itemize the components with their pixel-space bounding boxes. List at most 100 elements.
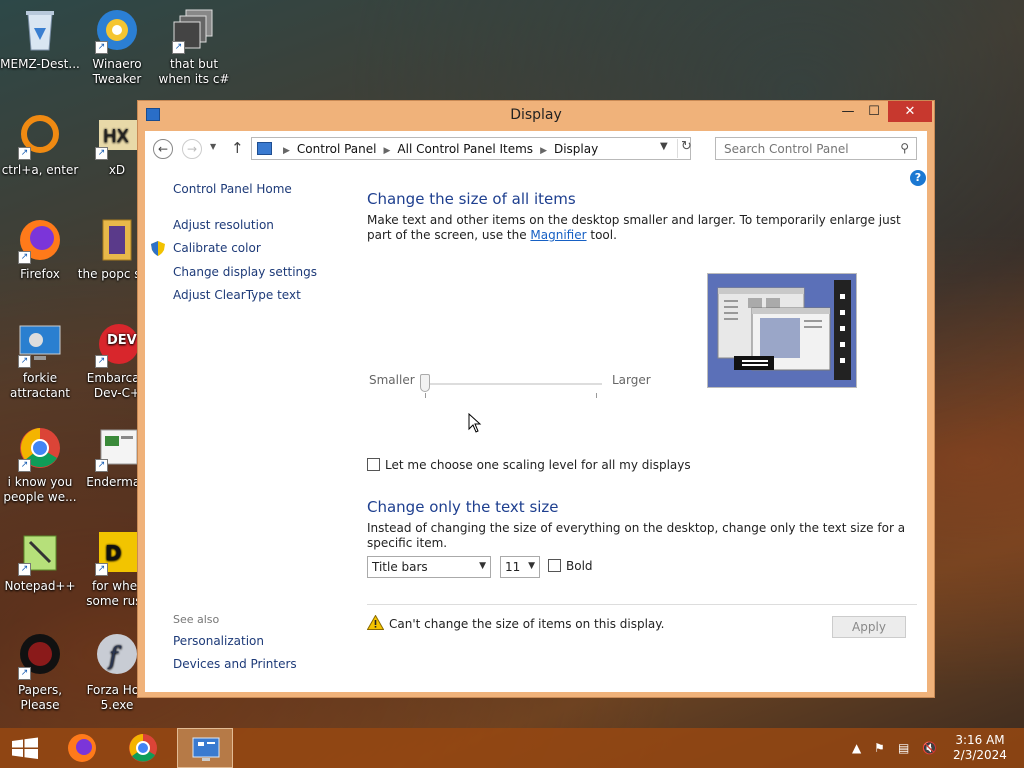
volume-muted-icon[interactable]: 🔇 (922, 741, 937, 755)
taskbar-clock[interactable]: 3:16 AM 2/3/2024 (950, 733, 1010, 763)
desktop-icon-notepadpp[interactable]: ↗ Notepad++ (0, 528, 80, 594)
desktop-icon-label: Papers, Please (17, 683, 63, 712)
item-select-value: Title bars (372, 560, 428, 574)
svg-text:DEV: DEV (107, 333, 137, 348)
font-size-select-value: 11 (505, 560, 521, 574)
forward-button[interactable]: → (182, 139, 202, 159)
size-description-text: Make text and other items on the desktop… (367, 213, 901, 242)
minimize-button[interactable]: — (835, 101, 861, 122)
help-icon[interactable]: ? (910, 170, 926, 186)
recycle-bin-icon (16, 6, 64, 54)
maximize-button[interactable]: ☐ (861, 101, 887, 122)
warning-text: Can't change the size of items on this d… (389, 617, 665, 631)
desktop-icon-label: that but when its c# (158, 57, 230, 86)
desktop-icon-papers-please[interactable]: ↗ Papers, Please (0, 632, 80, 713)
change-display-settings-link[interactable]: Change display settings (173, 265, 317, 279)
desktop-icon-that-but-when[interactable]: ↗ that but when its c# (154, 6, 234, 87)
chrome-icon: ↗ (16, 424, 64, 472)
devices-printers-link[interactable]: Devices and Printers (173, 657, 297, 671)
shortcut-arrow-icon: ↗ (172, 41, 185, 54)
shortcut-arrow-icon: ↗ (18, 459, 31, 472)
adjust-resolution-link[interactable]: Adjust resolution (173, 218, 274, 232)
desktop-icon-i-know-you[interactable]: ↗ i know you people we... (0, 424, 80, 505)
firefox-icon: ↗ (16, 216, 64, 264)
size-slider-track[interactable] (424, 383, 602, 385)
slider-min-label: Smaller (369, 373, 415, 387)
network-icon[interactable]: ▤ (898, 741, 909, 755)
personalization-link[interactable]: Personalization (173, 634, 264, 648)
control-panel-home-link[interactable]: Control Panel Home (173, 182, 292, 196)
slider-tick (425, 393, 426, 398)
address-bar[interactable]: ▶ Control Panel ▶ All Control Panel Items ▶ D… (251, 137, 692, 160)
desktop-icon-label: i know you people we... (3, 475, 77, 504)
scaling-checkbox-label[interactable]: Let me choose one scaling level for all … (385, 458, 691, 472)
flash-icon: f (93, 632, 141, 680)
calibrate-color-link[interactable]: Calibrate color (173, 241, 261, 255)
breadcrumb-separator-icon[interactable]: ▶ (540, 146, 547, 156)
text-size-heading: Change only the text size (367, 498, 559, 516)
slider-max-label: Larger (612, 373, 651, 387)
search-input[interactable] (724, 139, 894, 159)
breadcrumb-separator-icon: ▶ (283, 146, 290, 156)
magnifier-link[interactable]: Magnifier (530, 228, 586, 242)
desktop-icon-label: ctrl+a, enter (1, 163, 79, 177)
bold-checkbox-row[interactable]: Bold (548, 559, 593, 573)
adjust-cleartype-link[interactable]: Adjust ClearType text (173, 288, 301, 302)
arrow-right-icon: → (186, 142, 198, 156)
size-slider-thumb[interactable] (420, 374, 430, 392)
desktop-icon-ctrl-a-enter[interactable]: ↗ ctrl+a, enter (0, 112, 80, 178)
taskbar-firefox[interactable] (54, 728, 110, 768)
title-bar[interactable]: Display — ☐ ✕ (138, 101, 934, 131)
papers-please-icon: ↗ (16, 632, 64, 680)
dev-cpp-icon: DEV ↗ (93, 320, 141, 368)
desktop-icon-forkie[interactable]: ↗ forkie attractant (0, 320, 80, 401)
scaling-preview-image (707, 273, 857, 388)
hxd-icon: HX ↗ (93, 112, 141, 160)
desktop-icon-recycle-bin[interactable]: MEMZ-Dest... (0, 6, 80, 72)
desktop-icon-label: Firefox (20, 267, 60, 281)
search-icon[interactable]: ⚲ (900, 141, 909, 155)
search-box[interactable]: ⚲ (715, 137, 917, 160)
scaling-checkbox-row[interactable]: Let me choose one scaling level for all … (367, 458, 691, 472)
refresh-icon[interactable]: ↻ (677, 139, 692, 158)
breadcrumb-display[interactable]: Display (554, 142, 598, 156)
taskbar-chrome[interactable] (115, 728, 171, 768)
display-window: Display — ☐ ✕ ← → ▼ ↑ ▶ Control Panel ▶ All… (137, 100, 935, 698)
recent-locations-button[interactable]: ▼ (210, 142, 216, 151)
font-size-select[interactable]: 11 ▼ (500, 556, 540, 578)
see-also-label: See also (173, 613, 220, 626)
windows-logo-icon (12, 737, 38, 759)
die-icon: D ↗ (93, 528, 141, 576)
up-button[interactable]: ↑ (231, 139, 244, 157)
taskbar-control-panel[interactable] (177, 728, 233, 768)
chevron-down-icon: ▼ (479, 561, 486, 571)
bold-checkbox[interactable] (548, 559, 561, 572)
size-description-end: tool. (586, 228, 617, 242)
breadcrumb-separator-icon[interactable]: ▶ (384, 146, 391, 156)
monitor-gear-icon: ↗ (16, 320, 64, 368)
back-button[interactable]: ← (153, 139, 173, 159)
start-button[interactable] (0, 728, 50, 768)
desktop-icon-label: forkie attractant (9, 371, 71, 400)
desktop-icon-firefox[interactable]: ↗ Firefox (0, 216, 80, 282)
breadcrumb: ▶ Control Panel ▶ All Control Panel Items ▶ D… (276, 142, 598, 156)
desktop-icon-winaero[interactable]: ↗ Winaero Tweaker (77, 6, 157, 87)
action-center-flag-icon[interactable]: ⚑ (874, 741, 885, 755)
item-select[interactable]: Title bars ▼ (367, 556, 491, 578)
scaling-checkbox[interactable] (367, 458, 380, 471)
close-button[interactable]: ✕ (888, 101, 932, 122)
control-panel-icon (257, 142, 272, 155)
desktop-icon-label: Notepad++ (4, 579, 76, 593)
shortcut-arrow-icon: ↗ (95, 459, 108, 472)
chrome-icon (129, 734, 157, 762)
address-dropdown-icon[interactable]: ▼ (660, 141, 668, 152)
shortcut-arrow-icon: ↗ (95, 41, 108, 54)
desktop-icon-label: Winaero Tweaker (92, 57, 142, 86)
show-hidden-icons-button[interactable]: ▲ (852, 741, 861, 755)
arrow-left-icon: ← (157, 142, 169, 156)
bold-checkbox-label[interactable]: Bold (566, 559, 593, 573)
breadcrumb-all-items[interactable]: All Control Panel Items (397, 142, 533, 156)
svg-text:HX: HX (103, 126, 129, 147)
breadcrumb-control-panel[interactable]: Control Panel (297, 142, 377, 156)
apply-button[interactable]: Apply (832, 616, 906, 638)
